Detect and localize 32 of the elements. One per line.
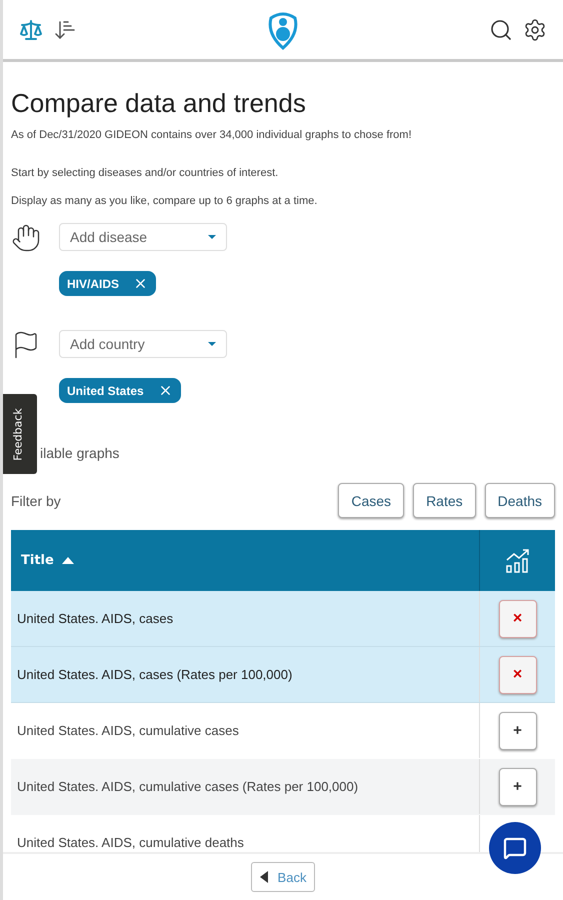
sort-caret-icon[interactable] xyxy=(62,557,74,564)
table-cell: United States. AIDS, cumulative cases (Rates per 100,000) xyxy=(11,759,480,814)
add-button[interactable]: + xyxy=(498,768,536,806)
hint-text: Display as many as you like, compare up to 6 graphs at a time. xyxy=(11,195,318,207)
filter-chip[interactable]: HIV/AIDS xyxy=(59,271,156,296)
scales-icon[interactable] xyxy=(19,18,43,42)
intro-text: As of Dec/31/2020 GIDEON contains over 34,000 individual graphs to chose from! xyxy=(11,129,412,141)
chat-icon xyxy=(503,836,527,860)
add-button[interactable]: + xyxy=(498,712,536,750)
filter-label: Filter by xyxy=(11,492,61,508)
back-button[interactable]: Back xyxy=(250,862,316,892)
table-cell: United States. AIDS, cases xyxy=(11,591,480,646)
chart-icon xyxy=(504,548,530,574)
filter-button[interactable]: Deaths xyxy=(484,483,555,518)
table-cell: United States. AIDS, cumulative cases xyxy=(11,703,480,758)
remove-button[interactable]: × xyxy=(498,600,536,638)
filter-button[interactable]: Rates xyxy=(413,483,476,518)
section-label: ilable graphs xyxy=(40,445,120,461)
page-title: Compare data and trends xyxy=(11,88,307,119)
settings-icon[interactable] xyxy=(523,18,547,42)
feedback-tab[interactable]: Feedback xyxy=(3,394,37,474)
table-cell: United States. AIDS, cases (Rates per 100,000) xyxy=(11,647,480,702)
picker-dropdown[interactable]: Add country xyxy=(59,330,227,358)
hint-text: Start by selecting diseases and/or countries of interest. xyxy=(11,167,280,179)
caret-icon xyxy=(260,871,268,883)
search-icon[interactable] xyxy=(489,18,513,42)
filter-button[interactable]: Cases xyxy=(338,483,404,518)
hand-icon xyxy=(11,223,41,253)
column-header[interactable]: Title xyxy=(21,553,54,568)
picker-dropdown[interactable]: Add disease xyxy=(59,223,227,251)
remove-button[interactable]: × xyxy=(498,656,536,694)
filter-chip[interactable]: United States xyxy=(59,378,181,403)
